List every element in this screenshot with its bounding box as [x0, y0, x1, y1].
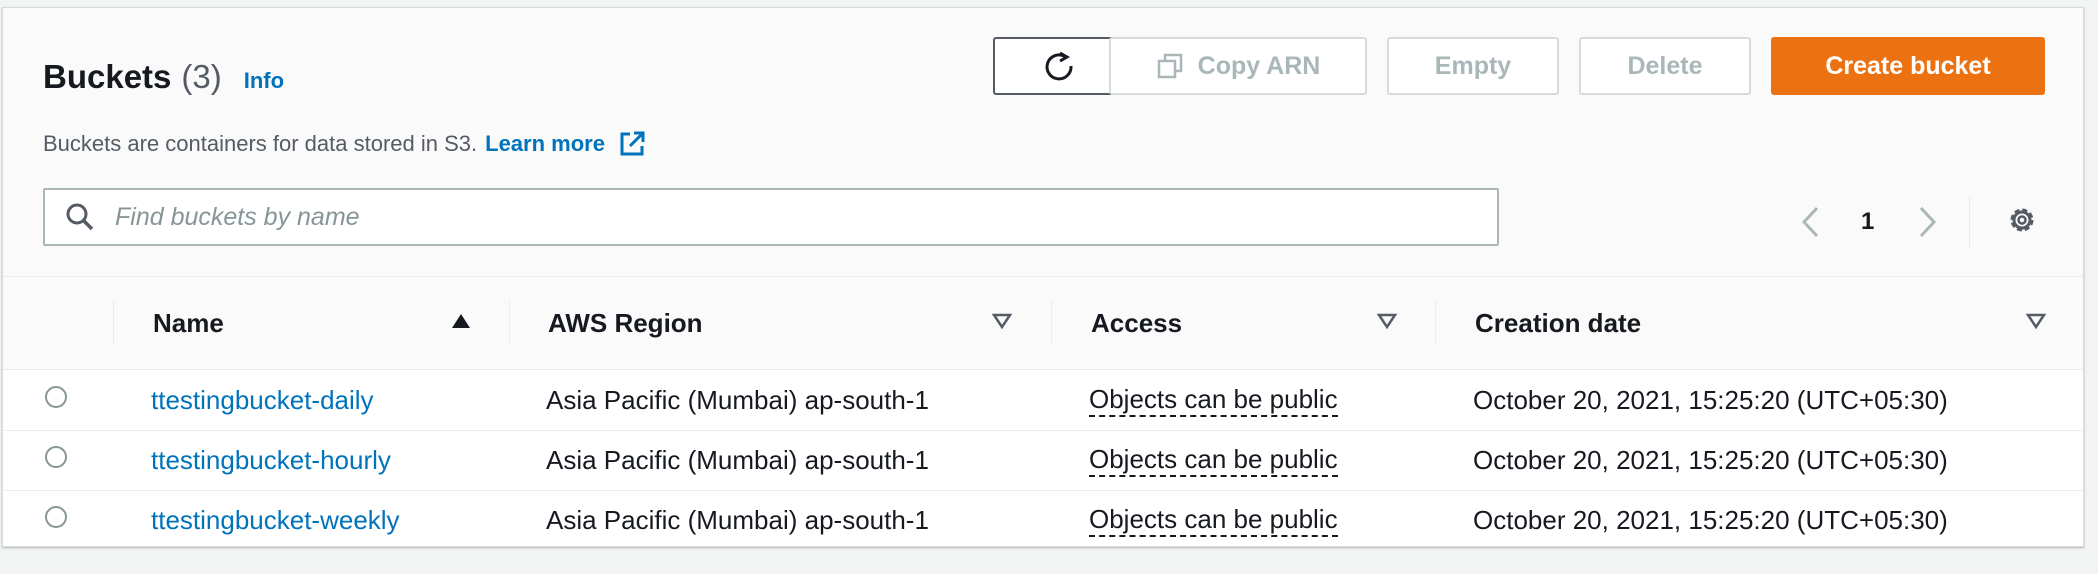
chevron-right-icon: [1919, 206, 1937, 238]
copy-arn-label: Copy ARN: [1197, 51, 1321, 80]
access-label[interactable]: Objects can be public: [1089, 443, 1338, 477]
bucket-access: Objects can be public: [1089, 370, 1338, 430]
bucket-creation-date: October 20, 2021, 15:25:20 (UTC+05:30): [1473, 384, 1948, 415]
bucket-count: (3): [181, 58, 222, 95]
row-select-radio[interactable]: [45, 506, 67, 528]
chevron-left-icon: [1801, 206, 1819, 238]
refresh-button[interactable]: [993, 37, 1127, 95]
column-separator: [113, 301, 114, 345]
page-title: Buckets: [43, 58, 172, 95]
search-icon: [66, 203, 94, 231]
sort-icon[interactable]: [1376, 311, 1398, 331]
column-separator: [1435, 301, 1436, 345]
info-link[interactable]: Info: [244, 68, 284, 94]
table-row[interactable]: ttestingbucket-hourly Asia Pacific (Mumb…: [3, 430, 2083, 491]
copy-arn-button[interactable]: Copy ARN: [1109, 37, 1367, 95]
bucket-name-link[interactable]: ttestingbucket-hourly: [151, 430, 391, 490]
row-select-radio[interactable]: [45, 386, 67, 408]
column-separator: [509, 301, 510, 345]
bucket-region: Asia Pacific (Mumbai) ap-south-1: [546, 504, 929, 535]
bucket-creation-date: October 20, 2021, 15:25:20 (UTC+05:30): [1473, 504, 1948, 535]
title-row: Buckets (3) Info: [43, 58, 284, 96]
description: Buckets are containers for data stored i…: [43, 129, 647, 159]
column-header-region[interactable]: AWS Region: [548, 277, 703, 369]
create-bucket-button[interactable]: Create bucket: [1771, 37, 2045, 95]
table-row[interactable]: ttestingbucket-weekly Asia Pacific (Mumb…: [3, 490, 2083, 550]
buckets-header: Buckets (3) Info Buckets are containers …: [3, 8, 2083, 277]
page-number[interactable]: 1: [1861, 206, 1874, 238]
bucket-name-link[interactable]: ttestingbucket-weekly: [151, 490, 400, 550]
copy-icon: [1157, 53, 1182, 79]
pager-divider: [1969, 196, 1970, 250]
access-label[interactable]: Objects can be public: [1089, 503, 1338, 537]
bucket-access: Objects can be public: [1089, 430, 1338, 490]
bucket-region: Asia Pacific (Mumbai) ap-south-1: [546, 444, 929, 475]
bucket-creation-date: October 20, 2021, 15:25:20 (UTC+05:30): [1473, 444, 1948, 475]
previous-page-button[interactable]: [1799, 206, 1821, 238]
sort-icon[interactable]: [2025, 311, 2047, 331]
external-link-icon: [620, 131, 645, 156]
table-header: Name AWS Region Access Creation date: [3, 277, 2083, 370]
sort-icon[interactable]: [991, 311, 1013, 331]
gear-icon: [2010, 208, 2034, 232]
learn-more-label: Learn more: [485, 131, 605, 156]
row-select-radio[interactable]: [45, 446, 67, 468]
bucket-access: Objects can be public: [1089, 490, 1338, 550]
preferences-button[interactable]: [2005, 204, 2039, 236]
refresh-icon: [1045, 51, 1073, 81]
learn-more-link[interactable]: Learn more: [485, 129, 647, 159]
table-row[interactable]: ttestingbucket-daily Asia Pacific (Mumba…: [3, 370, 2083, 431]
column-header-access[interactable]: Access: [1091, 277, 1182, 369]
column-header-creation-date[interactable]: Creation date: [1475, 277, 1641, 369]
next-page-button[interactable]: [1917, 206, 1939, 238]
description-text: Buckets are containers for data stored i…: [43, 131, 478, 156]
search-box: [43, 188, 1499, 246]
bucket-name-link[interactable]: ttestingbucket-daily: [151, 370, 374, 430]
empty-button[interactable]: Empty: [1387, 37, 1559, 95]
column-separator: [1051, 301, 1052, 345]
search-input[interactable]: [113, 201, 1417, 233]
delete-button[interactable]: Delete: [1579, 37, 1751, 95]
access-label[interactable]: Objects can be public: [1089, 383, 1338, 417]
sort-ascending-icon[interactable]: [450, 311, 472, 331]
column-header-name[interactable]: Name: [153, 277, 224, 369]
bucket-region: Asia Pacific (Mumbai) ap-south-1: [546, 384, 929, 415]
buckets-panel: Buckets (3) Info Buckets are containers …: [2, 7, 2084, 547]
